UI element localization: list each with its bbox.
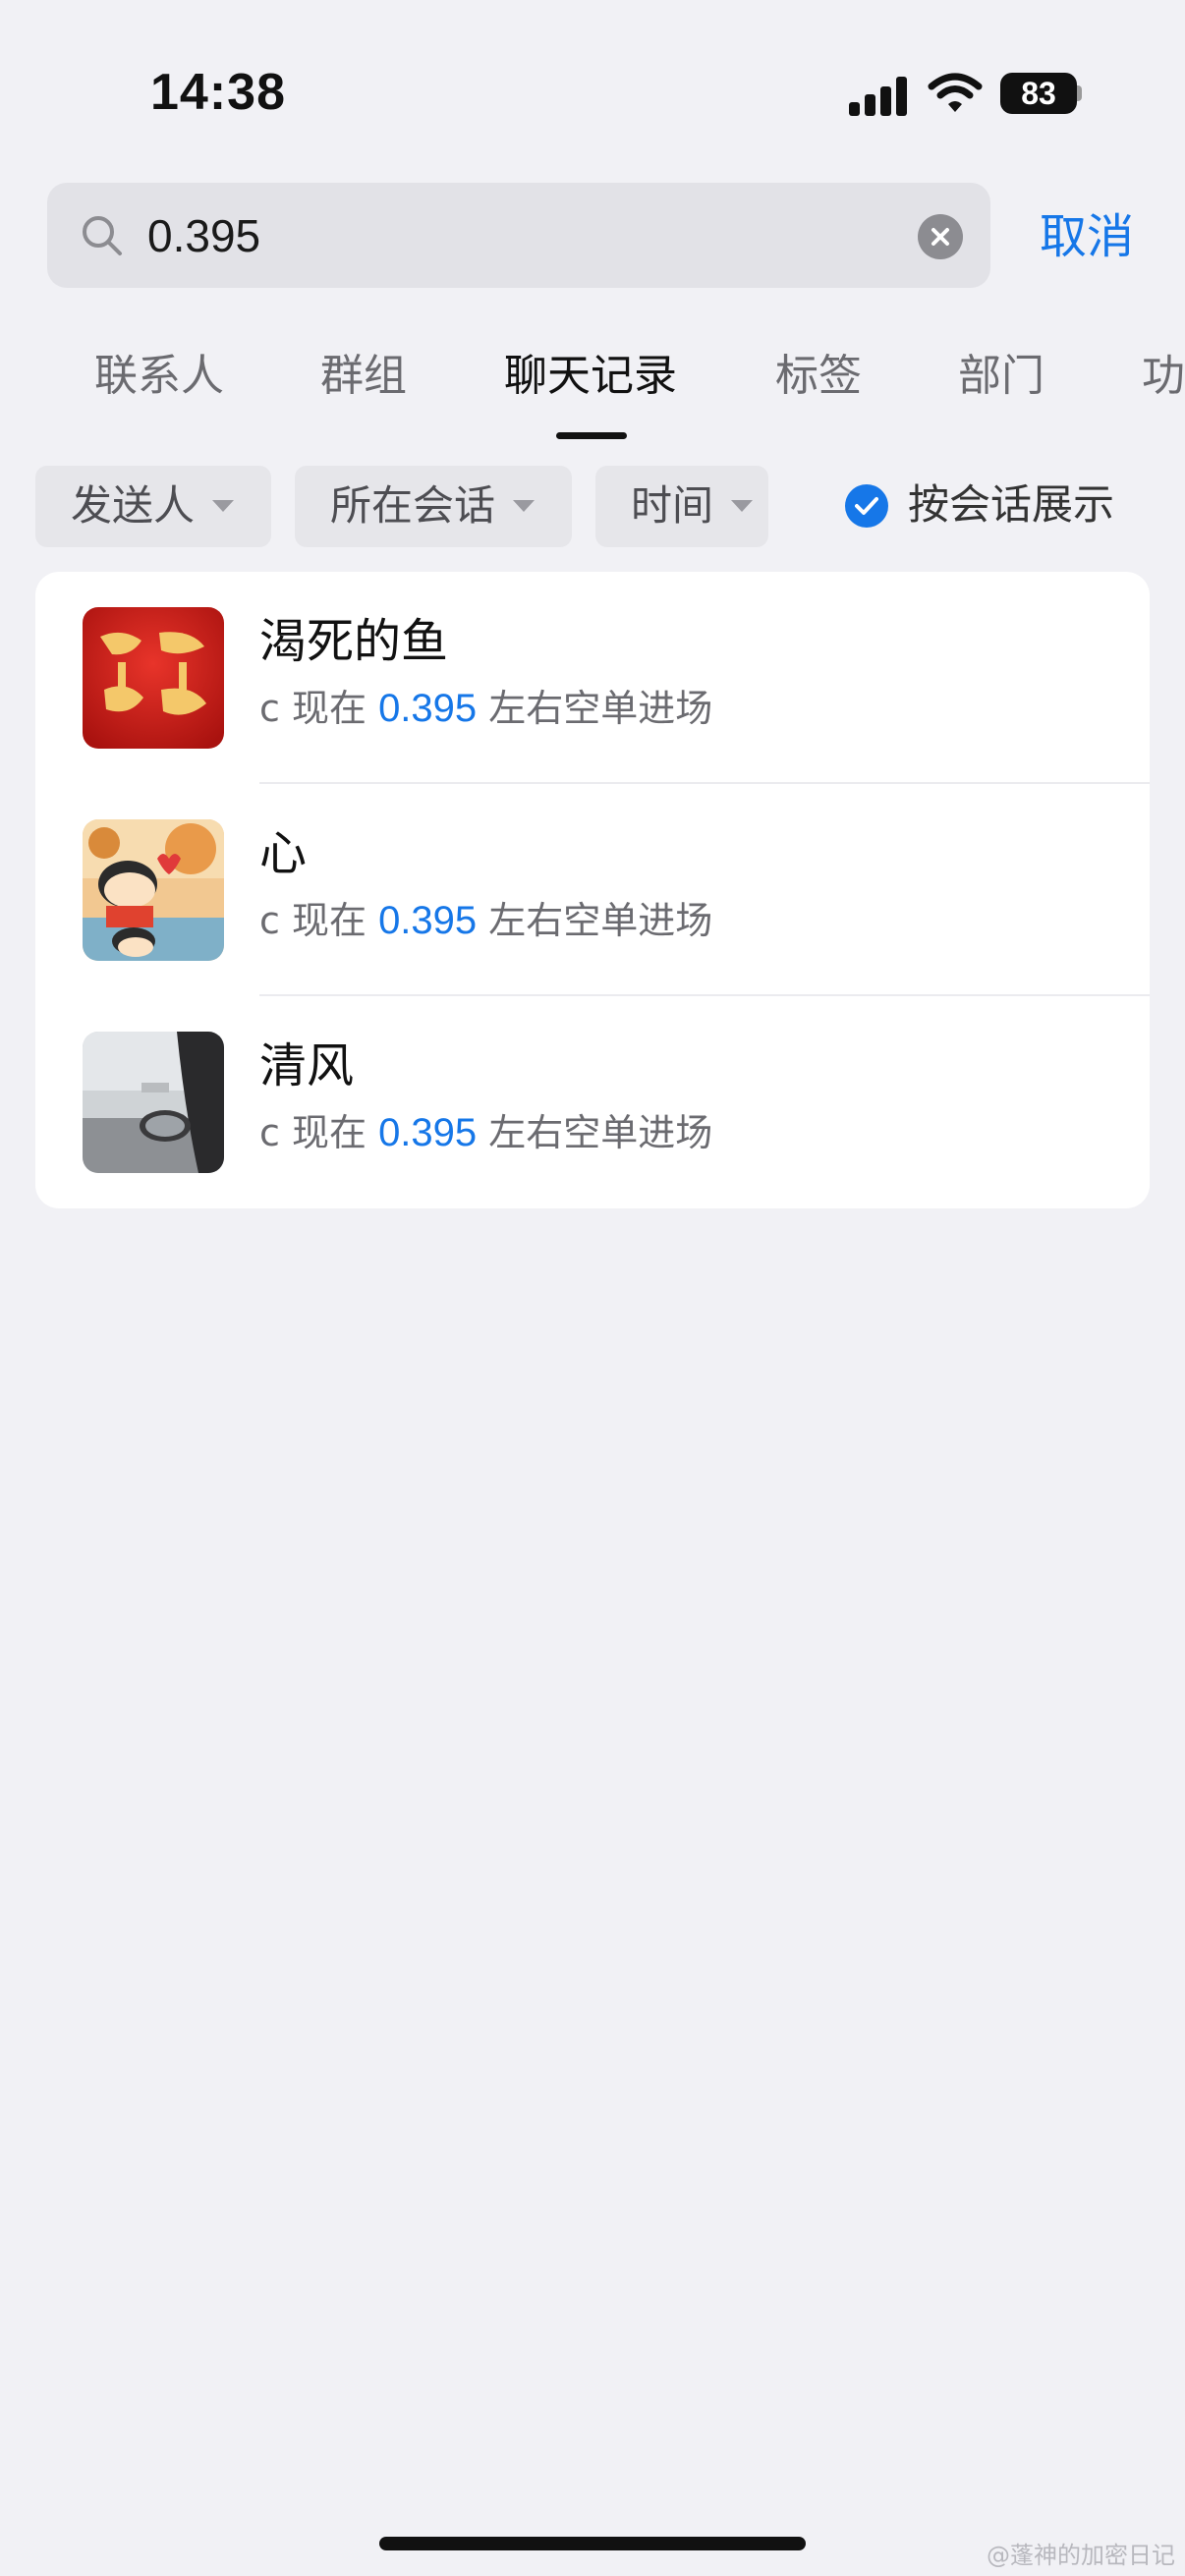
- group-by-conversation-checkbox[interactable]: [845, 484, 888, 528]
- active-tab-indicator: [556, 432, 627, 439]
- tab-groups[interactable]: 群组: [320, 349, 407, 404]
- result-name: 清风: [259, 1038, 355, 1093]
- result-snippet: c 现在 0.395 左右空单进场: [259, 684, 712, 733]
- chevron-down-icon: [513, 500, 535, 512]
- time-filter[interactable]: 时间: [595, 466, 768, 547]
- snippet-highlight: 0.395: [378, 899, 478, 942]
- snippet-highlight: 0.395: [378, 687, 478, 730]
- conversation-filter-label: 所在会话: [330, 481, 496, 530]
- result-row[interactable]: 清风 c 现在 0.395 左右空单进场: [35, 996, 1150, 1208]
- snippet-prefix: c 现在: [259, 899, 379, 942]
- result-row[interactable]: 心 c 现在 0.395 左右空单进场: [35, 784, 1150, 996]
- sender-filter-label: 发送人: [71, 481, 196, 530]
- watermark: @蓬神的加密日记: [987, 2542, 1175, 2569]
- result-name: 渴死的鱼: [259, 614, 449, 669]
- result-name: 心: [259, 826, 308, 881]
- cellular-signal-icon: [849, 75, 908, 116]
- result-snippet: c 现在 0.395 左右空单进场: [259, 896, 712, 945]
- result-row[interactable]: 渴死的鱼 c 现在 0.395 左右空单进场: [35, 572, 1150, 784]
- status-time: 14:38: [150, 64, 286, 121]
- group-by-conversation-label[interactable]: 按会话展示: [908, 478, 1114, 532]
- wifi-icon: [928, 73, 983, 114]
- time-filter-label: 时间: [631, 481, 714, 530]
- snippet-suffix: 左右空单进场: [477, 1111, 713, 1154]
- tab-chat-history[interactable]: 聊天记录: [504, 349, 677, 404]
- snippet-prefix: c 现在: [259, 1111, 379, 1154]
- snippet-prefix: c 现在: [259, 687, 379, 730]
- photo-avatar: [83, 1032, 224, 1173]
- clear-search-icon[interactable]: [918, 214, 963, 259]
- results-list: 渴死的鱼 c 现在 0.395 左右空单进场 心 c 现在 0.395 左右空单…: [35, 572, 1150, 1208]
- tab-departments[interactable]: 部门: [958, 349, 1044, 404]
- app-logo-avatar: [83, 607, 224, 749]
- search-icon: [79, 212, 126, 259]
- result-snippet: c 现在 0.395 左右空单进场: [259, 1108, 712, 1157]
- tab-contacts[interactable]: 联系人: [94, 349, 224, 404]
- battery-tip: [1077, 85, 1082, 101]
- chevron-down-icon: [731, 500, 753, 512]
- cancel-button[interactable]: 取消: [1040, 208, 1134, 265]
- tab-tags[interactable]: 标签: [775, 349, 862, 404]
- snippet-highlight: 0.395: [378, 1111, 478, 1154]
- tab-more-truncated[interactable]: 功: [1142, 349, 1185, 404]
- battery-indicator: 83: [1000, 73, 1077, 114]
- snippet-suffix: 左右空单进场: [477, 687, 713, 730]
- home-indicator[interactable]: [379, 2537, 806, 2550]
- snippet-suffix: 左右空单进场: [477, 899, 713, 942]
- sender-filter[interactable]: 发送人: [35, 466, 271, 547]
- search-input[interactable]: 0.395: [147, 206, 260, 265]
- chevron-down-icon: [212, 500, 234, 512]
- cartoon-avatar: [83, 819, 224, 961]
- conversation-filter[interactable]: 所在会话: [295, 466, 572, 547]
